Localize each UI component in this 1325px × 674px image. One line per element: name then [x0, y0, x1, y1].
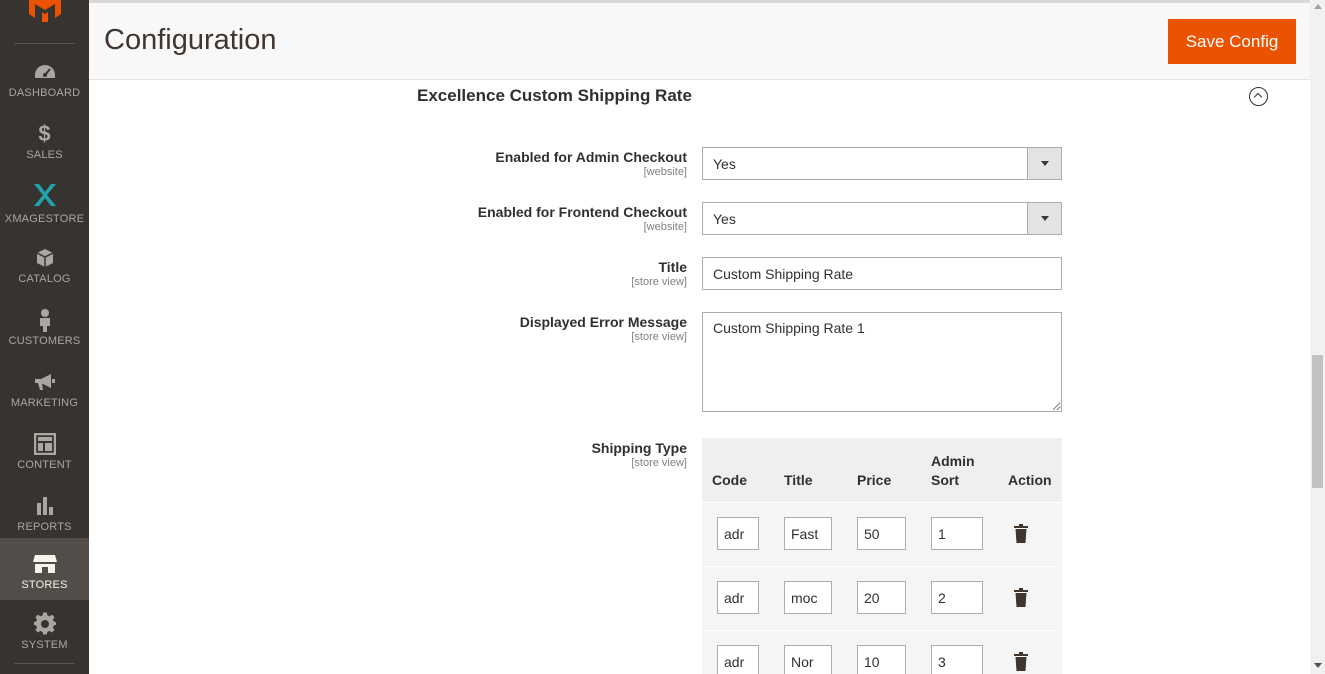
sidebar-item-label: XMAGESTORE — [4, 213, 85, 225]
error-message-label: Displayed Error Message — [519, 314, 687, 330]
frontend-checkout-select[interactable]: Yes — [702, 202, 1062, 235]
layout-icon — [33, 432, 56, 456]
column-header-title: Title — [784, 472, 813, 488]
scroll-down-icon[interactable] — [1314, 663, 1322, 668]
column-header-admin-sort-line2: Sort — [931, 472, 959, 488]
table-row — [702, 566, 1062, 629]
megaphone-icon — [33, 370, 57, 394]
sidebar-divider — [14, 43, 75, 44]
title-label: Title — [658, 259, 687, 275]
sort-input[interactable] — [931, 517, 983, 550]
admin-sidebar: DASHBOARD $ SALES XMAGESTORE CATALOG CUS… — [0, 0, 89, 674]
shipping-type-grid: Code Title Price Admin Sort Action — [702, 438, 1062, 674]
trash-icon[interactable] — [1014, 652, 1028, 671]
xmagestore-icon — [32, 180, 58, 210]
admin-checkout-scope: [website] — [643, 166, 687, 178]
page-scrollbar[interactable] — [1310, 0, 1325, 674]
page-header: Configuration Save Config — [89, 0, 1310, 80]
save-config-button[interactable]: Save Config — [1168, 19, 1296, 64]
trash-icon[interactable] — [1014, 588, 1028, 607]
magento-logo[interactable] — [27, 0, 63, 22]
person-icon — [37, 308, 53, 332]
sidebar-item-label: SYSTEM — [21, 639, 68, 651]
code-input[interactable] — [717, 645, 759, 674]
store-icon — [32, 552, 58, 576]
frontend-checkout-scope: [website] — [643, 221, 687, 233]
title-cell-input[interactable] — [784, 581, 832, 614]
sidebar-item-label: CUSTOMERS — [8, 335, 81, 347]
chevron-down-icon[interactable] — [1027, 203, 1061, 234]
sidebar-item-label: CONTENT — [17, 459, 72, 471]
title-scope: [store view] — [631, 276, 687, 288]
error-message-scope: [store view] — [631, 331, 687, 343]
column-header-price: Price — [857, 472, 892, 488]
shipping-type-label: Shipping Type — [591, 440, 687, 456]
code-input[interactable] — [717, 581, 759, 614]
sidebar-item-dashboard[interactable]: DASHBOARD — [0, 52, 89, 114]
sidebar-item-label: REPORTS — [17, 521, 72, 533]
scroll-up-icon[interactable] — [1314, 4, 1322, 9]
bar-chart-icon — [35, 494, 55, 518]
table-row — [702, 630, 1062, 674]
sidebar-item-sales[interactable]: $ SALES — [0, 114, 89, 176]
error-message-textarea[interactable]: Custom Shipping Rate 1 — [702, 312, 1062, 412]
sidebar-item-label: STORES — [21, 579, 68, 591]
price-input[interactable] — [857, 517, 906, 550]
section-title[interactable]: Excellence Custom Shipping Rate — [417, 86, 692, 106]
frontend-checkout-value: Yes — [713, 211, 736, 227]
sidebar-divider — [14, 663, 75, 664]
column-header-code: Code — [712, 472, 747, 488]
sidebar-item-content[interactable]: CONTENT — [0, 424, 89, 486]
admin-checkout-value: Yes — [713, 156, 736, 172]
scrollbar-thumb[interactable] — [1312, 355, 1323, 488]
shipping-type-scope: [store view] — [631, 457, 687, 469]
sidebar-item-catalog[interactable]: CATALOG — [0, 238, 89, 300]
admin-checkout-select[interactable]: Yes — [702, 147, 1062, 180]
dashboard-icon — [33, 60, 57, 84]
column-header-admin-sort-line1: Admin — [931, 453, 975, 469]
cube-icon — [34, 246, 56, 270]
sort-input[interactable] — [931, 645, 983, 674]
sidebar-item-stores[interactable]: STORES — [0, 538, 89, 600]
sort-input[interactable] — [931, 581, 983, 614]
price-input[interactable] — [857, 581, 906, 614]
gear-icon — [33, 612, 57, 636]
dollar-icon: $ — [38, 121, 51, 146]
code-input[interactable] — [717, 517, 759, 550]
sidebar-item-customers[interactable]: CUSTOMERS — [0, 300, 89, 362]
trash-icon[interactable] — [1014, 524, 1028, 543]
sidebar-item-label: SALES — [26, 149, 63, 161]
column-header-action: Action — [1008, 472, 1052, 488]
chevron-down-icon[interactable] — [1027, 148, 1061, 179]
collapse-section-icon[interactable] — [1249, 87, 1268, 106]
title-cell-input[interactable] — [784, 517, 832, 550]
sidebar-item-label: CATALOG — [18, 273, 71, 285]
sidebar-item-label: MARKETING — [10, 397, 79, 409]
page-title: Configuration — [104, 24, 277, 56]
admin-checkout-label: Enabled for Admin Checkout — [495, 149, 687, 165]
price-input[interactable] — [857, 645, 906, 674]
sidebar-item-xmagestore[interactable]: XMAGESTORE — [0, 176, 89, 238]
frontend-checkout-label: Enabled for Frontend Checkout — [477, 204, 687, 220]
sidebar-item-label: DASHBOARD — [8, 87, 81, 99]
table-row — [702, 502, 1062, 565]
title-cell-input[interactable] — [784, 645, 832, 674]
title-input[interactable] — [702, 257, 1062, 290]
sidebar-item-marketing[interactable]: MARKETING — [0, 362, 89, 424]
